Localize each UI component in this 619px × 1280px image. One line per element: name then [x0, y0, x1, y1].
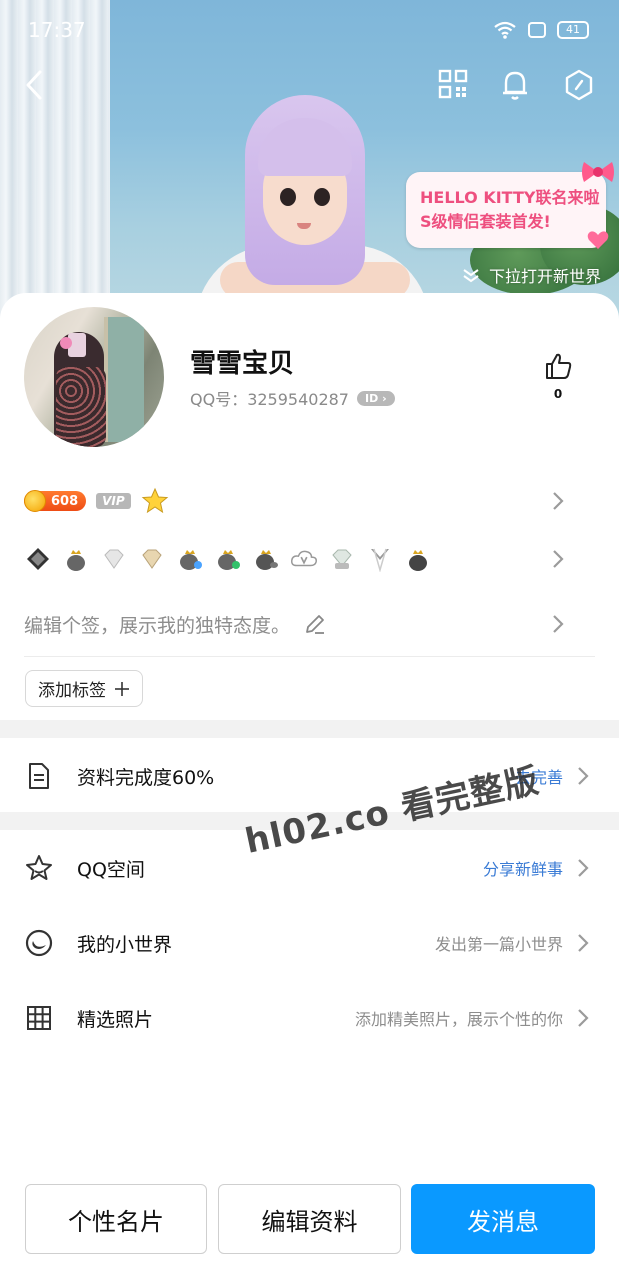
promo-line: S级情侣套装首发! [420, 212, 551, 231]
send-message-button[interactable]: 发消息 [411, 1184, 595, 1254]
penguin-dark-crown-icon [404, 545, 432, 573]
avatar[interactable] [24, 307, 164, 447]
id-badge[interactable]: ID › [357, 390, 395, 406]
chevron-right-icon [553, 550, 564, 568]
avatar-photo-dress [56, 367, 106, 447]
chevron-right-icon [578, 934, 589, 952]
diamond-white-icon [100, 545, 128, 573]
crescent-circle-icon [24, 928, 54, 958]
status-icons: 41 [493, 20, 589, 40]
completeness-title: 资料完成度60% [77, 766, 215, 789]
coin-level-badge: 608 [24, 490, 87, 512]
profile-card-button[interactable]: 个性名片 [25, 1184, 207, 1254]
plus-icon [115, 681, 129, 696]
coin-level-value: 608 [51, 493, 79, 509]
star-outline-icon [24, 853, 54, 883]
document-icon [24, 761, 54, 791]
chevron-right-icon [578, 1009, 589, 1027]
signature-placeholder: 编辑个签，展示我的独特态度。 [24, 614, 291, 637]
profile-name: 雪雪宝贝 [190, 349, 295, 379]
add-tag-button[interactable]: 添加标签 [25, 670, 143, 707]
diamond-gold-icon [138, 545, 166, 573]
chevron-right-icon [578, 767, 589, 785]
cloud-v-icon [290, 545, 318, 573]
list-item-title: 精选照片 [77, 1008, 154, 1031]
qq-number: QQ号：3259540287 [190, 390, 349, 409]
like-button[interactable]: 0 [540, 351, 576, 401]
avatar-character-eye [314, 188, 330, 206]
list-item-subtitle: 添加精美照片，展示个性的你 [354, 1010, 563, 1029]
list-item-title: 我的小世界 [77, 933, 173, 956]
coin-icon [24, 490, 46, 512]
section-gap [0, 720, 619, 738]
penguin-crown-icon [62, 545, 90, 573]
tuxedo-icon [366, 545, 394, 573]
qr-code-icon[interactable] [438, 68, 468, 100]
chevron-right-icon [553, 615, 564, 633]
status-time: 17:37 [28, 18, 86, 42]
hexagon-icon[interactable] [563, 68, 595, 102]
promo-bubble[interactable]: HELLO KITTY联名来啦 S级情侣套装首发! [406, 172, 606, 248]
profile-banner[interactable]: 17:37 41 HELLO KITTY联名来啦 S级情侣套装首发! 下拉打开新… [0, 0, 619, 320]
diamond-lv1-icon [328, 545, 356, 573]
avatar-photo-door [104, 317, 144, 442]
sim-icon [528, 22, 546, 38]
level-badges-row[interactable]: 608 VIP [24, 483, 594, 519]
thumbs-up-icon [546, 353, 572, 379]
like-count: 0 [553, 387, 563, 401]
pull-hint-text: 下拉打开新世界 [488, 267, 601, 286]
list-item-small-world[interactable]: 我的小世界 发出第一篇小世界 [0, 910, 619, 976]
list-item-subtitle: 发出第一篇小世界 [434, 935, 563, 954]
curtain-decor [0, 0, 110, 320]
promo-line: HELLO KITTY联名来啦 [420, 188, 600, 207]
bottom-action-bar: 个性名片 编辑资料 发消息 [0, 1184, 619, 1256]
star-icon [141, 487, 168, 514]
heart-icon [587, 231, 609, 249]
signature-row[interactable]: 编辑个签，展示我的独特态度。 [24, 606, 594, 642]
penguin-chat-icon [252, 545, 280, 573]
qq-number-row[interactable]: QQ号：3259540287 ID › [190, 386, 395, 410]
list-item-subtitle: 分享新鲜事 [482, 860, 563, 879]
id-badge-label: ID [365, 391, 379, 405]
chevron-right-icon [578, 859, 589, 877]
wifi-icon [494, 21, 516, 39]
avatar-photo-flower [60, 337, 72, 349]
chevron-right-icon [553, 492, 564, 510]
double-chevron-down-icon [463, 269, 479, 283]
list-item-featured-photos[interactable]: 精选照片 添加精美照片，展示个性的你 [0, 985, 619, 1051]
bow-icon [582, 162, 614, 182]
avatar-character-eye [280, 188, 296, 206]
list-item-title: QQ空间 [77, 858, 145, 881]
edit-profile-button[interactable]: 编辑资料 [218, 1184, 401, 1254]
battery-indicator: 41 [557, 21, 589, 39]
vip-badge: VIP [96, 493, 131, 509]
bell-icon[interactable] [500, 68, 530, 102]
diamond-black-icon [24, 545, 52, 573]
grid-icon [24, 1003, 54, 1033]
divider [24, 656, 595, 657]
back-icon[interactable] [22, 68, 46, 102]
pull-down-hint[interactable]: 下拉打开新世界 [461, 263, 601, 287]
pencil-icon [306, 615, 325, 634]
penguin-green-icon [214, 545, 242, 573]
penguin-blue-icon [176, 545, 204, 573]
add-tag-label: 添加标签 [38, 681, 106, 701]
medal-icons-row[interactable] [24, 543, 594, 575]
